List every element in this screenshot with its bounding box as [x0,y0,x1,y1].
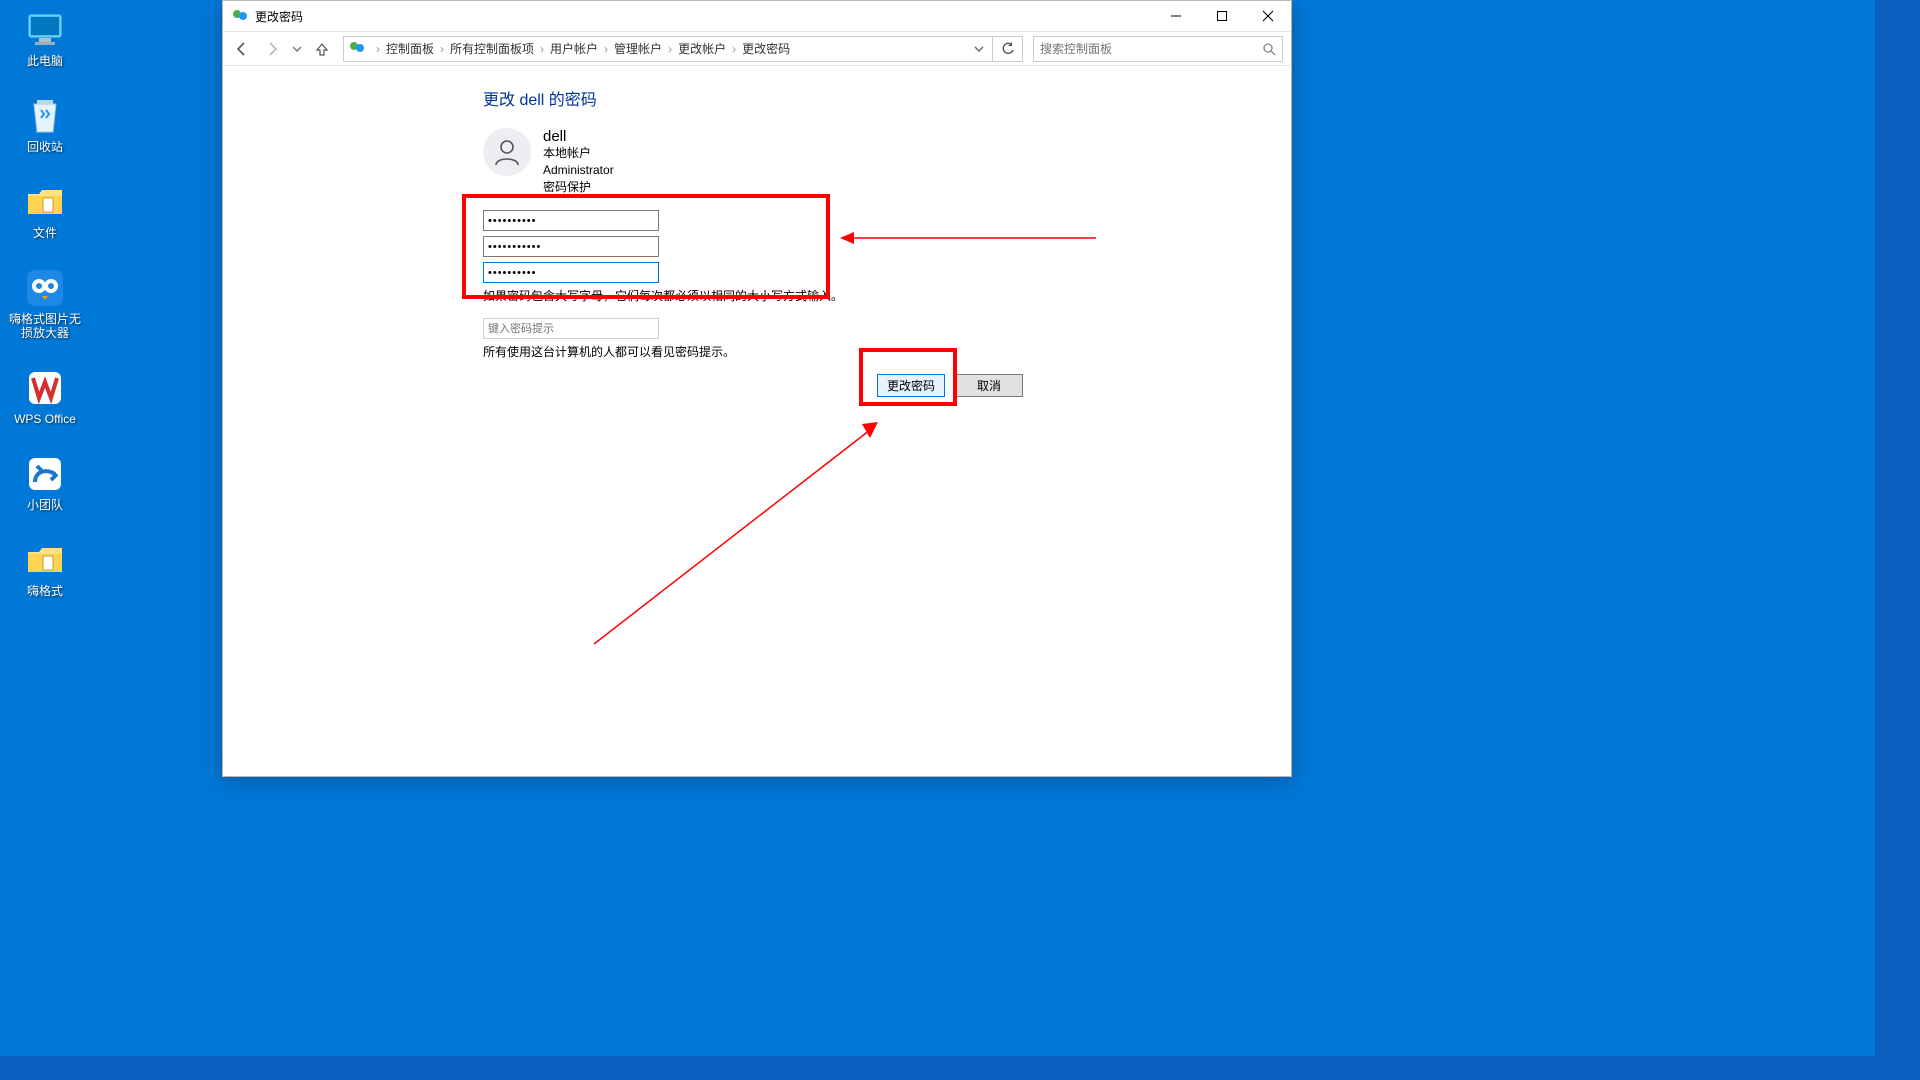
wps-icon [22,368,68,408]
page-heading: 更改 dell 的密码 [483,86,1291,110]
folder-icon [22,540,68,580]
chevron-right-icon: › [436,42,448,56]
content-area: 更改 dell 的密码 dell 本地帐户 Administrator 密码保护… [223,66,1291,776]
confirm-password-input[interactable] [483,262,659,283]
chevron-right-icon: › [536,42,548,56]
desktop-icon-haigeshi[interactable]: 嗨格式 [5,540,85,598]
change-password-button[interactable]: 更改密码 [877,374,945,397]
desktop-icon-label: 嗨格式 [27,584,63,598]
window-title: 更改密码 [255,8,303,25]
user-role: Administrator [543,162,614,179]
chevron-right-icon: › [664,42,676,56]
password-hint-input[interactable] [483,318,659,339]
address-dropdown[interactable] [968,37,990,61]
breadcrumb[interactable]: 用户帐户 [548,40,600,57]
recycle-bin-icon [22,96,68,136]
chevron-right-icon: › [728,42,740,56]
desktop-icon-label: 文件 [33,226,57,240]
desktop-icon-this-pc[interactable]: 此电脑 [5,10,85,68]
nav-row: › 控制面板 › 所有控制面板项 › 用户帐户 › 管理帐户 › 更改帐户 › … [223,31,1291,66]
titlebar[interactable]: 更改密码 [223,1,1291,31]
minimize-button[interactable] [1153,1,1199,31]
desktop-icon-recycle-bin[interactable]: 回收站 [5,96,85,154]
cancel-button[interactable]: 取消 [955,374,1023,397]
breadcrumb[interactable]: 更改密码 [740,40,792,57]
folder-icon [22,182,68,222]
refresh-button[interactable] [992,37,1022,61]
desktop-icon-label: WPS Office [14,412,76,426]
chevron-right-icon: › [600,42,612,56]
desktop-icon-label: 此电脑 [27,54,63,68]
change-password-window: 更改密码 [222,0,1292,777]
desktop-icon-label: 小团队 [27,498,63,512]
desktop-icon-label: 回收站 [27,140,63,154]
user-accounts-icon [231,7,249,25]
breadcrumb[interactable]: 控制面板 [384,40,436,57]
desktop-icon-label: 嗨格式图片无 损放大器 [9,312,81,340]
desktop-icon-enlarger[interactable]: 嗨格式图片无 损放大器 [5,268,85,340]
close-button[interactable] [1245,1,1291,31]
desktop-icon-wps[interactable]: WPS Office [5,368,85,426]
desktop-icon-team[interactable]: 小团队 [5,454,85,512]
up-button[interactable] [309,36,335,62]
current-password-input[interactable] [483,210,659,231]
team-icon [22,454,68,494]
pc-icon [22,10,68,50]
forward-button[interactable] [259,36,285,62]
user-avatar [483,128,531,176]
owl-icon [22,268,68,308]
search-box[interactable] [1033,36,1283,62]
user-type: 本地帐户 [543,145,614,162]
chevron-right-icon: › [372,42,384,56]
user-name: dell [543,128,614,145]
breadcrumb[interactable]: 所有控制面板项 [448,40,536,57]
breadcrumb[interactable]: 管理帐户 [612,40,664,57]
breadcrumb[interactable]: 更改帐户 [676,40,728,57]
control-panel-icon [348,39,368,59]
address-bar[interactable]: › 控制面板 › 所有控制面板项 › 用户帐户 › 管理帐户 › 更改帐户 › … [343,36,1023,62]
search-input[interactable] [1034,42,1256,56]
new-password-input[interactable] [483,236,659,257]
back-button[interactable] [229,36,255,62]
maximize-button[interactable] [1199,1,1245,31]
desktop-icon-files[interactable]: 文件 [5,182,85,240]
caps-notice: 如果密码包含大写字母，它们每次都必须以相同的大小写方式输入。 [483,287,1291,304]
hint-notice: 所有使用这台计算机的人都可以看见密码提示。 [483,343,1291,360]
search-icon[interactable] [1256,42,1282,56]
history-dropdown[interactable] [289,36,305,62]
user-pw-status: 密码保护 [543,179,614,196]
